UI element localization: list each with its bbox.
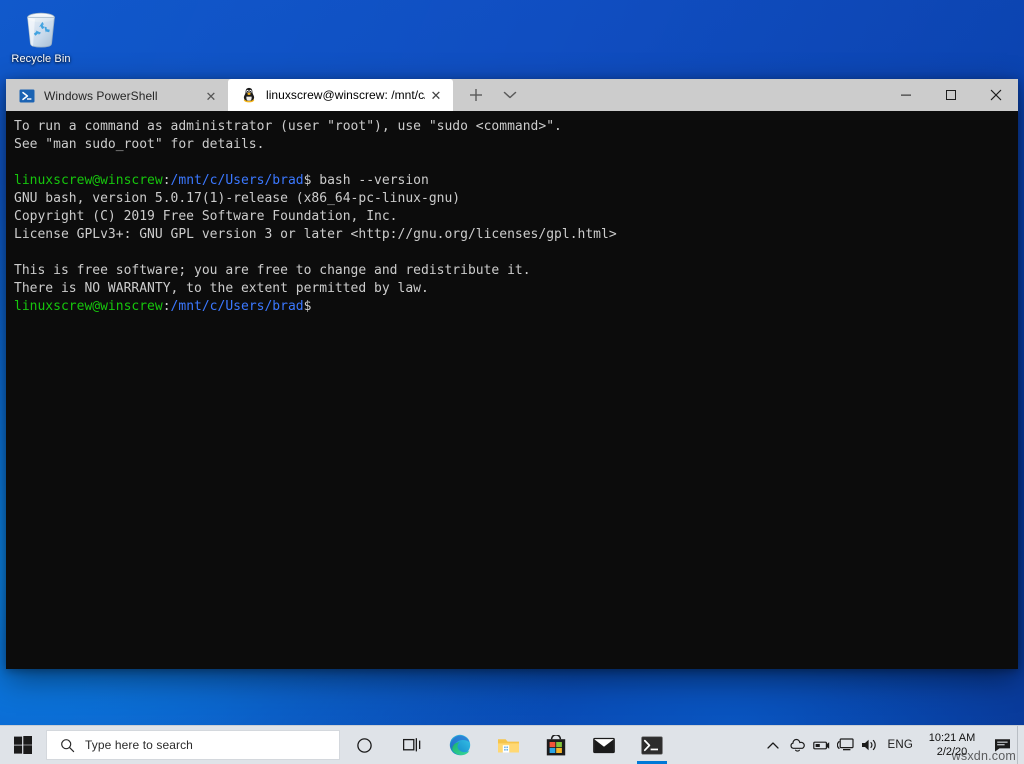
- terminal-line: linuxscrew@winscrew:/mnt/c/Users/brad$ b…: [14, 172, 1018, 190]
- tray-onedrive-icon[interactable]: [785, 726, 809, 764]
- terminal-titlebar[interactable]: Windows PowerShell ✕ linuxscrew@winscrew…: [6, 79, 1018, 111]
- titlebar-drag-region[interactable]: [527, 79, 883, 111]
- taskbar-item-microsoft-store[interactable]: [532, 726, 580, 764]
- onedrive-sync-icon: [789, 737, 805, 753]
- powershell-icon: [19, 88, 35, 104]
- windows-terminal-window: Windows PowerShell ✕ linuxscrew@winscrew…: [6, 79, 1018, 669]
- terminal-segment: :: [163, 173, 171, 188]
- terminal-line: To run a command as administrator (user …: [14, 118, 1018, 136]
- terminal-line: [14, 244, 1018, 262]
- file-explorer-icon: [497, 735, 520, 755]
- terminal-segment: See "man sudo_root" for details.: [14, 137, 264, 152]
- terminal-line: License GPLv3+: GNU GPL version 3 or lat…: [14, 226, 1018, 244]
- taskbar-item-windows-terminal[interactable]: [628, 726, 676, 764]
- windows-logo-icon: [14, 736, 32, 754]
- terminal-line: See "man sudo_root" for details.: [14, 136, 1018, 154]
- terminal-line: Copyright (C) 2019 Free Software Foundat…: [14, 208, 1018, 226]
- minimize-button[interactable]: [883, 79, 928, 111]
- maximize-button[interactable]: [928, 79, 973, 111]
- tab-close-icon[interactable]: ✕: [425, 84, 447, 106]
- tray-volume-icon[interactable]: [857, 726, 881, 764]
- tab-windows-powershell[interactable]: Windows PowerShell ✕: [6, 81, 228, 111]
- clock-time: 10:21 AM: [924, 731, 980, 745]
- terminal-segment: :: [163, 299, 171, 314]
- volume-icon: [861, 738, 878, 752]
- terminal-segment: /mnt/c/Users/brad: [171, 173, 304, 188]
- network-icon: [837, 738, 854, 752]
- terminal-line: There is NO WARRANTY, to the extent perm…: [14, 280, 1018, 298]
- cortana-icon: [356, 737, 373, 754]
- start-button[interactable]: [0, 726, 46, 764]
- taskbar-item-task-view[interactable]: [388, 726, 436, 764]
- plus-icon: [469, 88, 483, 102]
- windows-taskbar: Type here to search: [0, 725, 1024, 764]
- tab-close-icon[interactable]: ✕: [200, 85, 222, 107]
- desktop-icon-recycle-bin[interactable]: Recycle Bin: [6, 6, 76, 66]
- microsoft-store-icon: [546, 735, 566, 756]
- show-desktop-button[interactable]: [1017, 726, 1024, 764]
- terminal-segment: $: [304, 299, 312, 314]
- terminal-segment: To run a command as administrator (user …: [14, 119, 562, 134]
- taskbar-item-mail[interactable]: [580, 726, 628, 764]
- terminal-segment: Copyright (C) 2019 Free Software Foundat…: [14, 209, 398, 224]
- tab-linuxscrew-wsl[interactable]: linuxscrew@winscrew: /mnt/c/U ✕: [228, 79, 453, 111]
- show-hidden-icons-button[interactable]: [761, 726, 785, 764]
- terminal-segment: $ bash --version: [304, 173, 429, 188]
- action-center-button[interactable]: [987, 726, 1017, 764]
- tab-dropdown-button[interactable]: [493, 80, 527, 110]
- removable-media-icon: [813, 739, 830, 752]
- taskbar-clock[interactable]: 10:21 AM 2/2/20: [921, 731, 987, 759]
- minimize-icon: [900, 89, 912, 101]
- window-controls: [883, 79, 1018, 111]
- chevron-up-icon: [767, 741, 779, 750]
- close-button[interactable]: [973, 79, 1018, 111]
- edge-icon: [449, 734, 471, 756]
- tab-label: linuxscrew@winscrew: /mnt/c/U: [266, 88, 425, 102]
- terminal-line: linuxscrew@winscrew:/mnt/c/Users/brad$: [14, 298, 1018, 316]
- system-tray: ENG 10:21 AM 2/2/20: [761, 726, 1024, 764]
- taskbar-item-file-explorer[interactable]: [484, 726, 532, 764]
- terminal-line: This is free software; you are free to c…: [14, 262, 1018, 280]
- search-icon: [58, 736, 76, 754]
- clock-date: 2/2/20: [924, 745, 980, 759]
- terminal-segment: License GPLv3+: GNU GPL version 3 or lat…: [14, 227, 617, 242]
- tray-removable-media-icon[interactable]: [809, 726, 833, 764]
- tab-label: Windows PowerShell: [44, 89, 200, 103]
- recycle-bin-icon: [19, 6, 63, 50]
- chevron-down-icon: [503, 90, 517, 100]
- terminal-segment: linuxscrew@winscrew: [14, 173, 163, 188]
- terminal-segment: This is free software; you are free to c…: [14, 263, 531, 278]
- tray-language-indicator[interactable]: ENG: [881, 739, 921, 751]
- terminal-line: GNU bash, version 5.0.17(1)-release (x86…: [14, 190, 1018, 208]
- taskbar-item-cortana[interactable]: [340, 726, 388, 764]
- terminal-segment: /mnt/c/Users/brad: [171, 299, 304, 314]
- linux-penguin-icon: [241, 87, 257, 103]
- search-input[interactable]: Type here to search: [46, 730, 340, 760]
- terminal-output-area[interactable]: To run a command as administrator (user …: [6, 111, 1018, 669]
- action-center-icon: [994, 738, 1011, 753]
- taskbar-item-edge[interactable]: [436, 726, 484, 764]
- new-tab-button[interactable]: [459, 80, 493, 110]
- recycle-bin-label: Recycle Bin: [6, 53, 76, 66]
- terminal-segment: There is NO WARRANTY, to the extent perm…: [14, 281, 429, 296]
- tabbar-buttons: [453, 79, 527, 111]
- tray-network-icon[interactable]: [833, 726, 857, 764]
- terminal-segment: GNU bash, version 5.0.17(1)-release (x86…: [14, 191, 460, 206]
- terminal-line: [14, 154, 1018, 172]
- terminal-text: To run a command as administrator (user …: [14, 118, 1018, 316]
- mail-icon: [593, 737, 615, 754]
- search-placeholder: Type here to search: [85, 738, 193, 752]
- maximize-icon: [945, 89, 957, 101]
- terminal-segment: linuxscrew@winscrew: [14, 299, 163, 314]
- task-view-icon: [403, 737, 422, 753]
- windows-terminal-icon: [641, 736, 663, 755]
- close-icon: [990, 89, 1002, 101]
